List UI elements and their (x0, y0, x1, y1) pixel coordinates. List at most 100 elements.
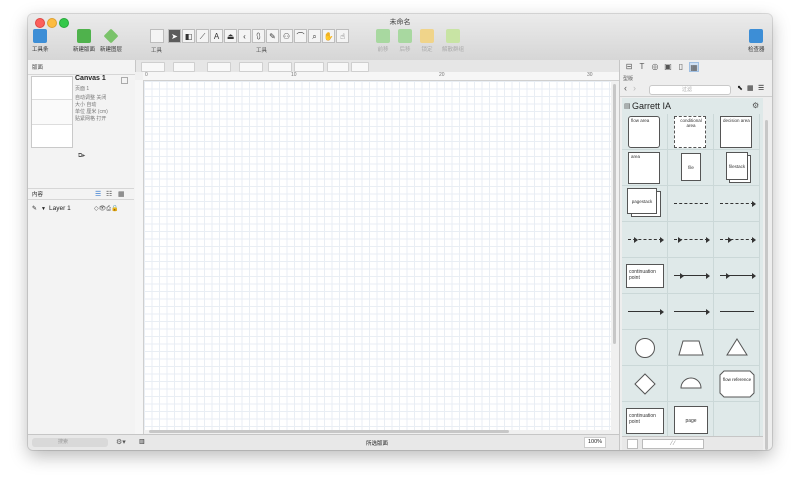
stencil-mode-icon[interactable]: ⬉ (737, 84, 743, 92)
zoom-field[interactable]: 100% (584, 437, 606, 448)
stencil-item-double-arrow-line[interactable] (714, 258, 760, 294)
stencil-item-area[interactable]: area (622, 150, 668, 186)
stencil-item-flow-area[interactable]: flow area (622, 114, 668, 150)
browse-tool[interactable]: ☝ (336, 29, 349, 43)
fill-style-popup[interactable] (141, 62, 165, 72)
stencil-item-double-arrow-dashed[interactable] (668, 222, 714, 258)
inspector-button[interactable]: 检查器 (748, 29, 765, 53)
stencil-item-triangle[interactable] (714, 330, 760, 366)
app-window: 未命名 工具条 新建版面 新建图层 工具 ➤ ◧ ⟋ A ⏏ ‹ ⩇ ✎ ⚇ ⌒… (28, 14, 772, 450)
layer-row[interactable]: ✎ ▼ Layer 1 ◇👁⎙🔒 (28, 204, 134, 214)
grid-view-icon[interactable]: ▦ (118, 189, 125, 201)
lock-button[interactable]: 锁定 (420, 29, 434, 53)
style-brush-tool[interactable]: ✎ (266, 29, 279, 43)
back-arrow-icon[interactable]: ‹ (624, 83, 627, 93)
line-width-field[interactable] (207, 62, 231, 72)
toolbar-toggle-button[interactable]: 工具条 (32, 29, 49, 53)
stencil-item-arrow-solid[interactable] (622, 294, 668, 330)
send-backward-button[interactable]: 后移 (398, 29, 412, 53)
shape-tool[interactable]: ◧ (182, 29, 195, 43)
layers-search-field[interactable]: 搜索 (32, 438, 108, 447)
layout-inspector-tab[interactable]: ▣ (663, 62, 673, 72)
diagram-tool[interactable]: ⏏ (224, 29, 237, 43)
stencil-item-filestack[interactable]: filestack (714, 150, 760, 186)
item-label: continuation point (629, 413, 656, 425)
forward-arrow-icon[interactable]: › (633, 83, 636, 93)
stencil-item-pagestack[interactable]: pagestack (622, 186, 668, 222)
stencil-item-arrow-dashed-arrow[interactable] (622, 222, 668, 258)
new-layer-button[interactable]: 新建图层 (100, 28, 123, 53)
stencil-item-arrow-line[interactable] (668, 258, 714, 294)
stencil-item-plain-line[interactable] (714, 294, 760, 330)
stencil-item-file[interactable]: file (668, 150, 714, 186)
color-swatch[interactable] (627, 439, 638, 449)
stencil-item-semicircle[interactable] (668, 366, 714, 402)
canvas-inspector-tab[interactable]: ⊟ (624, 62, 634, 72)
stencil-item-decision-area[interactable]: decision area (714, 114, 760, 150)
drawing-canvas[interactable] (144, 81, 611, 430)
stencil-library-tab[interactable]: ▦ (689, 62, 699, 72)
document-inspector-tab[interactable]: ▯ (676, 62, 686, 72)
stencil-item-page[interactable]: page (668, 402, 714, 438)
hand-tool[interactable]: ✋ (322, 29, 335, 43)
stencil-item-dashed-connector[interactable] (668, 186, 714, 222)
stencil-item-flow-reference[interactable]: flow reference (714, 366, 760, 402)
gear-icon[interactable]: ⚙▾ (116, 438, 126, 446)
lock-label: 锁定 (421, 47, 433, 53)
stencil-item-diamond[interactable] (622, 366, 668, 402)
gear-icon[interactable]: ⚙ (752, 101, 759, 110)
disclosure-triangle-icon[interactable]: ▼ (41, 204, 46, 214)
shadow-popup[interactable] (294, 62, 324, 72)
stencil-item-continuation-point[interactable]: continuation point (622, 258, 668, 294)
item-label: continuation point (629, 269, 656, 281)
new-layer-label: 新建图层 (100, 47, 123, 53)
style-preview-icon[interactable]: ⁄ ⁄ (642, 439, 704, 449)
magnet-tool[interactable]: ⩇ (252, 29, 265, 43)
stencil-grid-view-icon[interactable]: ▦ (747, 84, 754, 92)
point-editor-tool[interactable]: ⌒ (294, 29, 307, 43)
corner-radius-popup[interactable] (268, 62, 292, 72)
layer-visibility-icons[interactable]: ◇👁⎙🔒 (94, 204, 119, 214)
send-backward-icon (398, 29, 412, 43)
stencil-item-continuation-point[interactable]: continuation point (622, 402, 668, 438)
stencil-item-circle[interactable] (622, 330, 668, 366)
stencil-search-field[interactable]: 过滤 (649, 85, 731, 95)
text-style-popup[interactable] (351, 62, 369, 72)
stencil-item-arrow-solid-alt[interactable] (668, 294, 714, 330)
arrow-popup[interactable] (327, 62, 349, 72)
stencil-scrollbar[interactable] (765, 120, 768, 450)
info-icon (749, 29, 764, 43)
list-view-icon[interactable]: ☰ (95, 189, 101, 201)
line-tool[interactable]: ⟋ (196, 29, 209, 43)
new-canvas-button[interactable]: 新建版面 (73, 29, 95, 53)
style-tool-button[interactable] (150, 29, 164, 43)
layers-popup-icon[interactable]: ⧉▸ (78, 152, 85, 160)
outline-view-icon[interactable]: ☷ (106, 189, 112, 201)
canvas-name[interactable]: Canvas 1 (75, 75, 106, 82)
properties-inspector-tab[interactable]: ◎ (650, 62, 660, 72)
rubber-stamp-tool[interactable]: ⚇ (280, 29, 293, 43)
collapse-tools-button[interactable]: ‹ (238, 29, 251, 43)
vertical-scrollbar[interactable] (613, 84, 616, 344)
layer-name: Layer 1 (49, 205, 71, 212)
bring-forward-button[interactable]: 前移 (376, 29, 390, 53)
text-inspector-tab[interactable]: T (637, 62, 647, 72)
tools-caption: 工具 (256, 48, 268, 54)
horizontal-scrollbar[interactable] (149, 430, 509, 433)
ungroup-button[interactable]: 解散群组 (442, 29, 464, 53)
canvas-options-icon[interactable] (121, 77, 128, 84)
stencil-item-trapezoid[interactable] (668, 330, 714, 366)
stencil-list-view-icon[interactable]: ☰ (758, 84, 764, 92)
stroke-style-popup[interactable] (173, 62, 195, 72)
stencil-item-dashed-arrow[interactable] (714, 186, 760, 222)
zoom-tool[interactable]: ⌕ (308, 29, 321, 43)
stencil-item-conditional-area[interactable]: conditional area (668, 114, 714, 150)
line-pattern-popup[interactable] (239, 62, 263, 72)
canvas-thumbnail[interactable] (31, 76, 73, 148)
selection-tool[interactable]: ➤ (168, 29, 181, 43)
flow-reference-shape (719, 370, 755, 398)
style-caption: 工具 (151, 48, 163, 54)
stencil-item-arrow-dashed-line[interactable] (714, 222, 760, 258)
pencil-icon: ✎ (32, 206, 38, 212)
text-tool[interactable]: A (210, 29, 223, 43)
